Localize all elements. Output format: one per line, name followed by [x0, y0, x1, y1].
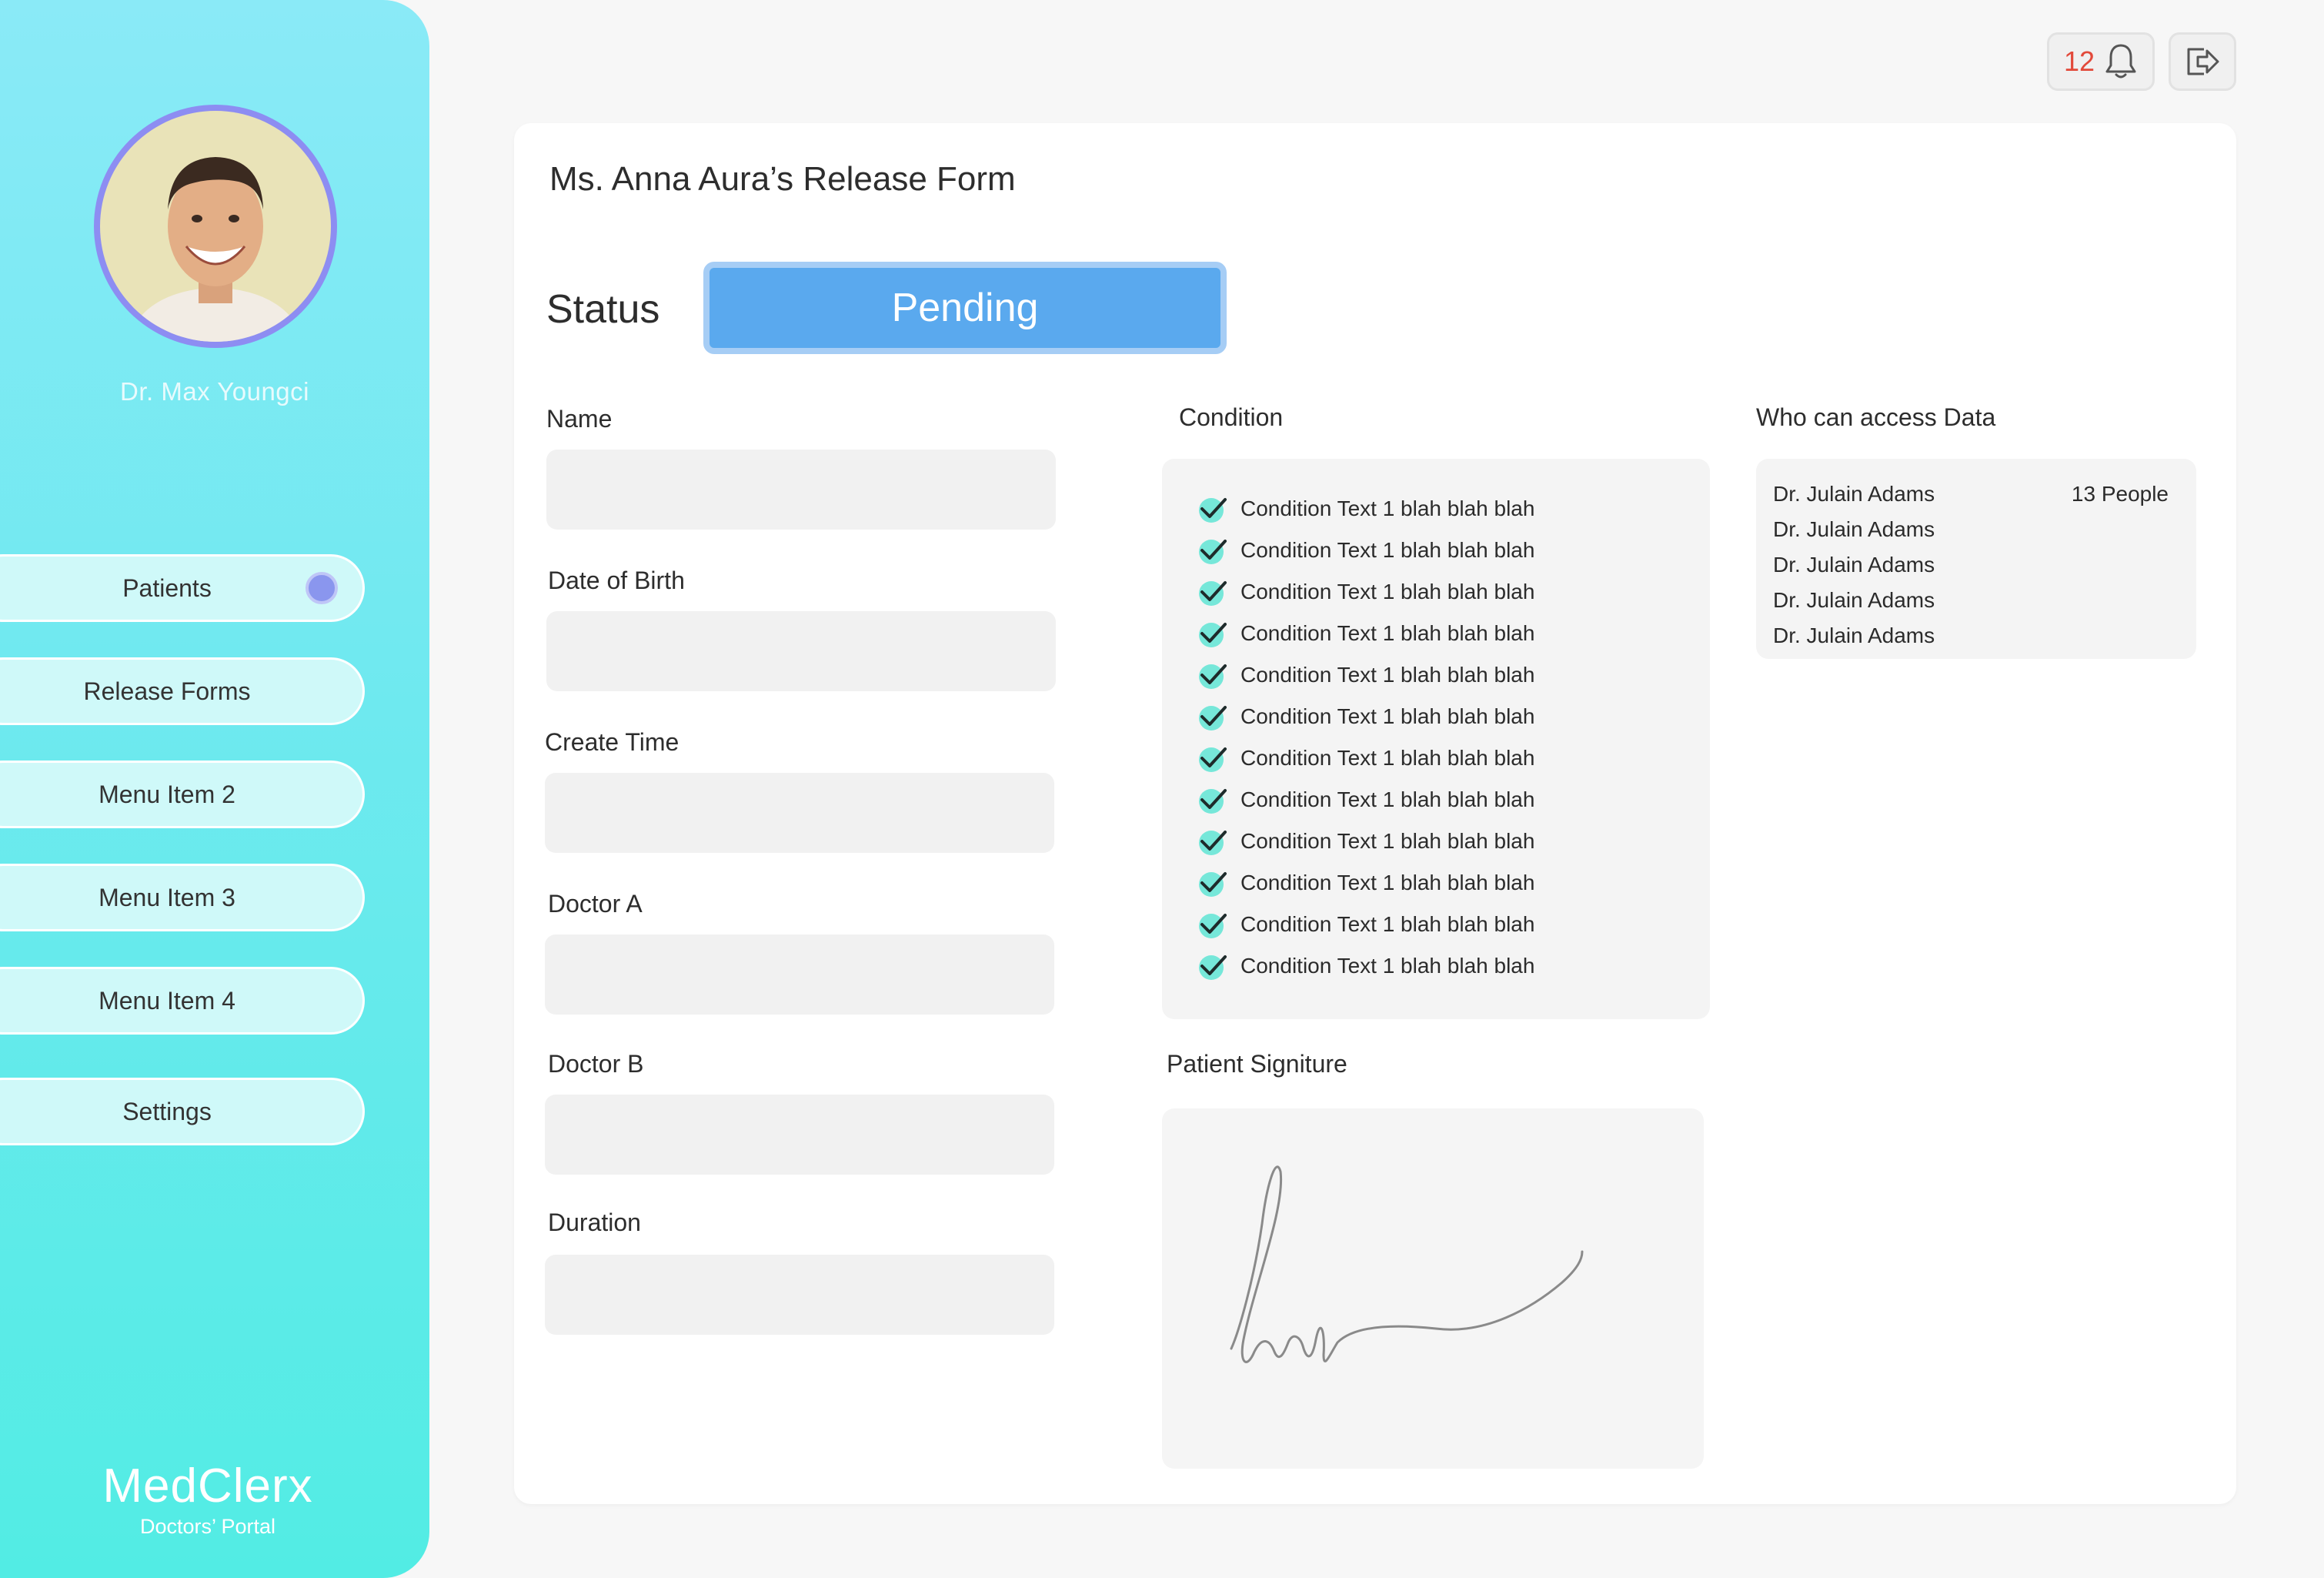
- access-list-item: Dr. Julain Adams: [1773, 517, 1935, 541]
- nav-item-menu-3[interactable]: Menu Item 3: [0, 864, 365, 931]
- brand-name: MedClerx: [102, 1459, 313, 1513]
- access-list-item: Dr. Julain Adams: [1773, 553, 1935, 577]
- condition-text: Condition Text 1 blah blah blah: [1240, 871, 1535, 894]
- check-icon: [1196, 618, 1227, 649]
- condition-text: Condition Text 1 blah blah blah: [1240, 704, 1535, 728]
- release-form-card: Ms. Anna Aura’s Release Form Status Pend…: [514, 123, 2236, 1504]
- condition-item[interactable]: Condition Text 1 blah blah blah: [1196, 742, 1534, 774]
- access-list: Dr. Julain Adams Dr. Julain Adams Dr. Ju…: [1756, 459, 2196, 659]
- notification-count: 12: [2063, 45, 2095, 77]
- notifications-button[interactable]: 12: [2047, 32, 2155, 91]
- access-label: Who can access Data: [1756, 403, 1996, 431]
- sidebar: Dr. Max Youngci Patients Release Forms M…: [0, 0, 429, 1578]
- doctor-b-field[interactable]: [545, 1095, 1054, 1175]
- nav-item-label: Settings: [122, 1097, 212, 1125]
- condition-item[interactable]: Condition Text 1 blah blah blah: [1196, 867, 1534, 899]
- check-icon: [1196, 535, 1227, 566]
- status-label: Status: [546, 287, 660, 332]
- condition-text: Condition Text 1 blah blah blah: [1240, 787, 1535, 811]
- person-icon: [131, 157, 300, 342]
- brand-subtitle: Doctors’ Portal: [139, 1515, 276, 1538]
- doctor-a-field[interactable]: [545, 934, 1054, 1015]
- condition-item[interactable]: Condition Text 1 blah blah blah: [1196, 950, 1534, 982]
- access-list-item: Dr. Julain Adams: [1773, 482, 1935, 506]
- duration-field[interactable]: [545, 1255, 1054, 1335]
- check-icon: [1196, 660, 1227, 690]
- avatar-photo: [100, 111, 331, 342]
- duration-label: Duration: [548, 1209, 641, 1236]
- logout-button[interactable]: [2169, 32, 2236, 91]
- condition-text: Condition Text 1 blah blah blah: [1240, 621, 1535, 645]
- condition-label: Condition: [1179, 403, 1284, 431]
- nav-item-menu-2[interactable]: Menu Item 2: [0, 761, 365, 828]
- check-icon: [1196, 868, 1227, 898]
- signature-pad[interactable]: [1162, 1108, 1704, 1469]
- status-button[interactable]: Pending: [703, 262, 1227, 354]
- page-title: Ms. Anna Aura’s Release Form: [549, 160, 1016, 198]
- signature-stroke: [1230, 1165, 1584, 1363]
- condition-text: Condition Text 1 blah blah blah: [1240, 912, 1535, 936]
- active-indicator: [306, 572, 338, 604]
- nav-item-menu-4[interactable]: Menu Item 4: [0, 967, 365, 1035]
- check-icon: [1196, 701, 1227, 732]
- condition-item[interactable]: Condition Text 1 blah blah blah: [1196, 576, 1534, 608]
- signature-label: Patient Signiture: [1167, 1050, 1347, 1078]
- condition-text: Condition Text 1 blah blah blah: [1240, 954, 1535, 978]
- condition-item[interactable]: Condition Text 1 blah blah blah: [1196, 825, 1534, 858]
- check-icon: [1196, 493, 1227, 524]
- logout-icon: [2187, 48, 2219, 75]
- condition-text: Condition Text 1 blah blah blah: [1240, 538, 1535, 562]
- condition-list: Condition Text 1 blah blah blah Condition…: [1162, 459, 1710, 1019]
- nav-item-release-forms[interactable]: Release Forms: [0, 657, 365, 725]
- create-time-field[interactable]: [545, 773, 1054, 853]
- doctor-b-label: Doctor B: [548, 1050, 644, 1078]
- access-count: 13 People: [2071, 482, 2169, 506]
- nav-item-label: Menu Item 2: [99, 780, 235, 808]
- check-icon: [1196, 577, 1227, 607]
- check-icon: [1196, 743, 1227, 774]
- nav-item-label: Patients: [122, 573, 212, 602]
- nav-item-label: Menu Item 3: [99, 883, 235, 911]
- name-field[interactable]: [546, 450, 1056, 530]
- nav-item-patients[interactable]: Patients: [0, 554, 365, 622]
- condition-text: Condition Text 1 blah blah blah: [1240, 829, 1535, 853]
- brand-logo: MedClerx Doctors’ Portal: [0, 1459, 416, 1539]
- doctor-name: Dr. Max Youngci: [120, 377, 309, 406]
- nav-item-label: Release Forms: [83, 677, 251, 705]
- condition-item[interactable]: Condition Text 1 blah blah blah: [1196, 700, 1534, 733]
- condition-item[interactable]: Condition Text 1 blah blah blah: [1196, 784, 1534, 816]
- condition-item[interactable]: Condition Text 1 blah blah blah: [1196, 617, 1534, 650]
- condition-item[interactable]: Condition Text 1 blah blah blah: [1196, 908, 1534, 941]
- create-time-label: Create Time: [545, 728, 680, 756]
- condition-item[interactable]: Condition Text 1 blah blah blah: [1196, 534, 1534, 567]
- check-icon: [1196, 784, 1227, 815]
- check-icon: [1196, 909, 1227, 940]
- bell-icon: [2105, 44, 2136, 79]
- nav-item-settings[interactable]: Settings: [0, 1078, 365, 1145]
- nav-item-label: Menu Item 4: [99, 986, 235, 1015]
- condition-text: Condition Text 1 blah blah blah: [1240, 663, 1535, 687]
- access-list-item: Dr. Julain Adams: [1773, 624, 1935, 647]
- dob-field[interactable]: [546, 611, 1056, 691]
- check-icon: [1196, 951, 1227, 981]
- avatar[interactable]: [94, 105, 337, 348]
- condition-text: Condition Text 1 blah blah blah: [1240, 580, 1535, 603]
- name-label: Name: [546, 405, 613, 433]
- condition-item[interactable]: Condition Text 1 blah blah blah: [1196, 659, 1534, 691]
- access-list-item: Dr. Julain Adams: [1773, 588, 1935, 612]
- condition-text: Condition Text 1 blah blah blah: [1240, 496, 1535, 520]
- check-icon: [1196, 826, 1227, 857]
- condition-item[interactable]: Condition Text 1 blah blah blah: [1196, 493, 1534, 525]
- condition-text: Condition Text 1 blah blah blah: [1240, 746, 1535, 770]
- dob-label: Date of Birth: [548, 567, 685, 594]
- doctor-a-label: Doctor A: [548, 890, 643, 918]
